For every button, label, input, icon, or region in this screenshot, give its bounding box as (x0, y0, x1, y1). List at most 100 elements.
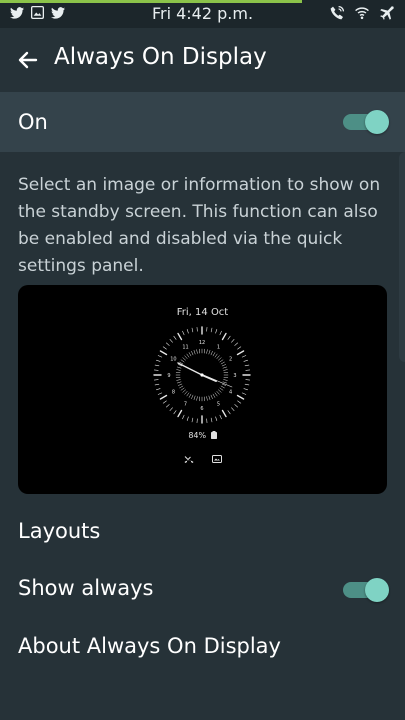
clock-tick (162, 400, 167, 404)
toggle-thumb (365, 110, 389, 134)
clock-inner-tick (186, 353, 190, 358)
clock-tick (169, 339, 173, 343)
clock-inner-tick (177, 381, 182, 384)
clock-inner-tick (223, 369, 228, 371)
clock-tick (237, 400, 242, 404)
clock-tick (159, 350, 168, 356)
clock-inner-tick (212, 393, 216, 398)
clock-inner-tick (177, 366, 182, 369)
clock-inner-tick (208, 350, 211, 355)
clock-inner-tick (210, 394, 213, 400)
clock-tick (157, 355, 163, 358)
clock-inner-tick (219, 359, 224, 363)
master-switch-row[interactable]: On (0, 92, 405, 152)
clock-tick (243, 359, 248, 362)
clock-tick (186, 416, 189, 421)
clock-tick (227, 335, 231, 340)
clock-inner-tick (188, 352, 192, 357)
clock-inner-tick (216, 391, 220, 395)
clock-inner-tick (222, 366, 227, 369)
wifi-calling-icon (330, 5, 345, 20)
clock-tick (162, 346, 167, 350)
analog-clock-icon: 121234567891011 (153, 326, 251, 424)
clock-inner-tick (184, 355, 188, 359)
back-button[interactable] (14, 46, 42, 74)
clock-inner-tick (220, 361, 225, 365)
clock-tick (156, 359, 161, 362)
clock-tick (159, 394, 168, 400)
clock-tick (186, 329, 189, 334)
status-right-icons (329, 5, 395, 21)
status-bar: Fri 4:42 p.m. (0, 0, 405, 28)
status-progress-bar (0, 0, 302, 3)
clock-tick (221, 409, 227, 418)
clock-number: 2 (229, 357, 232, 363)
clock-tick (234, 342, 238, 346)
clock-number: 12 (199, 340, 205, 346)
clock-tick (177, 409, 183, 418)
layouts-menu-item[interactable]: Layouts (0, 507, 405, 559)
show-always-toggle[interactable] (343, 578, 389, 602)
battery-level: 84% (188, 431, 207, 440)
clock-number: 4 (229, 390, 232, 396)
master-switch-toggle[interactable] (343, 110, 389, 134)
clock-inner-tick (221, 364, 227, 367)
clock-tick (191, 417, 194, 423)
clock-number: 10 (170, 357, 176, 363)
preview-clock: 12 1 2 3 4 5 6 7 8 9 10 11 (152, 325, 252, 429)
clock-tick (236, 394, 245, 400)
clock-tick (210, 417, 213, 423)
clock-tick (173, 335, 177, 340)
clock-tick (182, 330, 185, 336)
clock-inner-tick (218, 389, 222, 393)
clock-tick (241, 392, 247, 395)
clock-tick (227, 410, 231, 415)
clock-inner-tick (223, 379, 228, 381)
about-menu-item[interactable]: About Always On Display (0, 622, 405, 674)
clock-inner-tick (179, 385, 184, 389)
message-icon (211, 455, 222, 463)
clock-tick (231, 339, 235, 343)
clock-tick (236, 350, 245, 356)
clock-inner-tick (218, 357, 222, 361)
clock-tick (234, 404, 238, 408)
aod-preview[interactable]: Fri, 14 Oct 12 1 2 3 4 5 6 7 8 9 10 11 84% (18, 285, 387, 494)
clock-inner-tick (188, 393, 192, 398)
clock-inner-tick (212, 352, 216, 357)
description-text: Select an image or information to show o… (18, 175, 381, 276)
hour-hand (201, 374, 217, 382)
layouts-label: Layouts (18, 519, 101, 543)
clock-tick (241, 355, 247, 358)
clock-tick (244, 383, 250, 386)
about-label: About Always On Display (18, 634, 281, 658)
master-switch-label: On (18, 110, 48, 134)
clock-inner-tick (180, 387, 185, 391)
clock-inner-tick (184, 391, 188, 395)
clock-inner-tick (206, 396, 208, 401)
clock-inner-tick (219, 387, 224, 391)
clock-tick (221, 332, 227, 341)
clock-tick (210, 327, 213, 333)
clock-tick (244, 364, 250, 367)
show-always-menu-item[interactable]: Show always (0, 564, 405, 616)
show-always-label: Show always (18, 576, 154, 600)
clock-inner-tick (193, 350, 196, 355)
clock-tick (182, 414, 185, 420)
clock-inner-tick (208, 395, 211, 400)
clock-number: 1 (217, 344, 220, 350)
clock-inner-tick (176, 379, 181, 381)
toggle-thumb (365, 578, 389, 602)
clock-tick (219, 414, 222, 420)
clock-number: 3 (233, 373, 236, 379)
scroll-indicator (399, 152, 405, 362)
clock-tick (219, 330, 222, 336)
clock-tick (177, 332, 183, 341)
clock-tick (157, 392, 163, 395)
clock-tick (154, 383, 160, 386)
missed-call-icon (184, 456, 193, 463)
clock-inner-tick (216, 355, 220, 359)
clock-inner-tick (191, 350, 194, 356)
clock-tick (215, 329, 218, 334)
screen: Fri 4:42 p.m. Always On Display On Selec… (0, 0, 405, 720)
clock-inner-tick (206, 349, 208, 354)
